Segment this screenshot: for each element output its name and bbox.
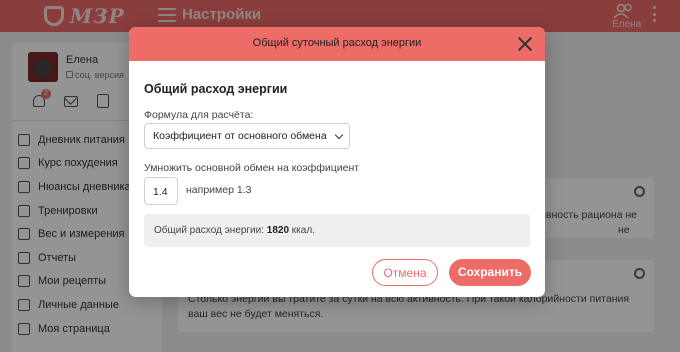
formula-select[interactable]: Коэффициент от основного обмена bbox=[144, 123, 350, 149]
coefficient-hint: например 1.3 bbox=[186, 184, 252, 196]
formula-select-value: Коэффициент от основного обмена bbox=[153, 130, 327, 142]
cancel-button[interactable]: Отмена bbox=[372, 259, 438, 286]
save-button[interactable]: Сохранить bbox=[449, 259, 531, 286]
dialog-header: Общий суточный расход энергии bbox=[129, 27, 545, 61]
result-value: 1820 bbox=[266, 225, 290, 236]
result-unit: ккал. bbox=[289, 225, 315, 236]
dialog-title: Общий суточный расход энергии bbox=[252, 37, 422, 49]
section-title: Общий расход энергии bbox=[144, 82, 288, 96]
result-box: Общий расход энергии: 1820 ккал. bbox=[144, 214, 530, 247]
result-prefix: Общий расход энергии: bbox=[154, 225, 267, 236]
coefficient-input[interactable]: 1.4 bbox=[144, 177, 178, 205]
multiplier-label: Умножить основной обмен на коэффициент bbox=[144, 162, 360, 174]
formula-label: Формула для расчёта: bbox=[144, 109, 254, 121]
chevron-down-icon bbox=[334, 130, 344, 140]
energy-expenditure-dialog: Общий суточный расход энергии Общий расх… bbox=[129, 27, 545, 297]
close-icon[interactable] bbox=[516, 35, 534, 53]
